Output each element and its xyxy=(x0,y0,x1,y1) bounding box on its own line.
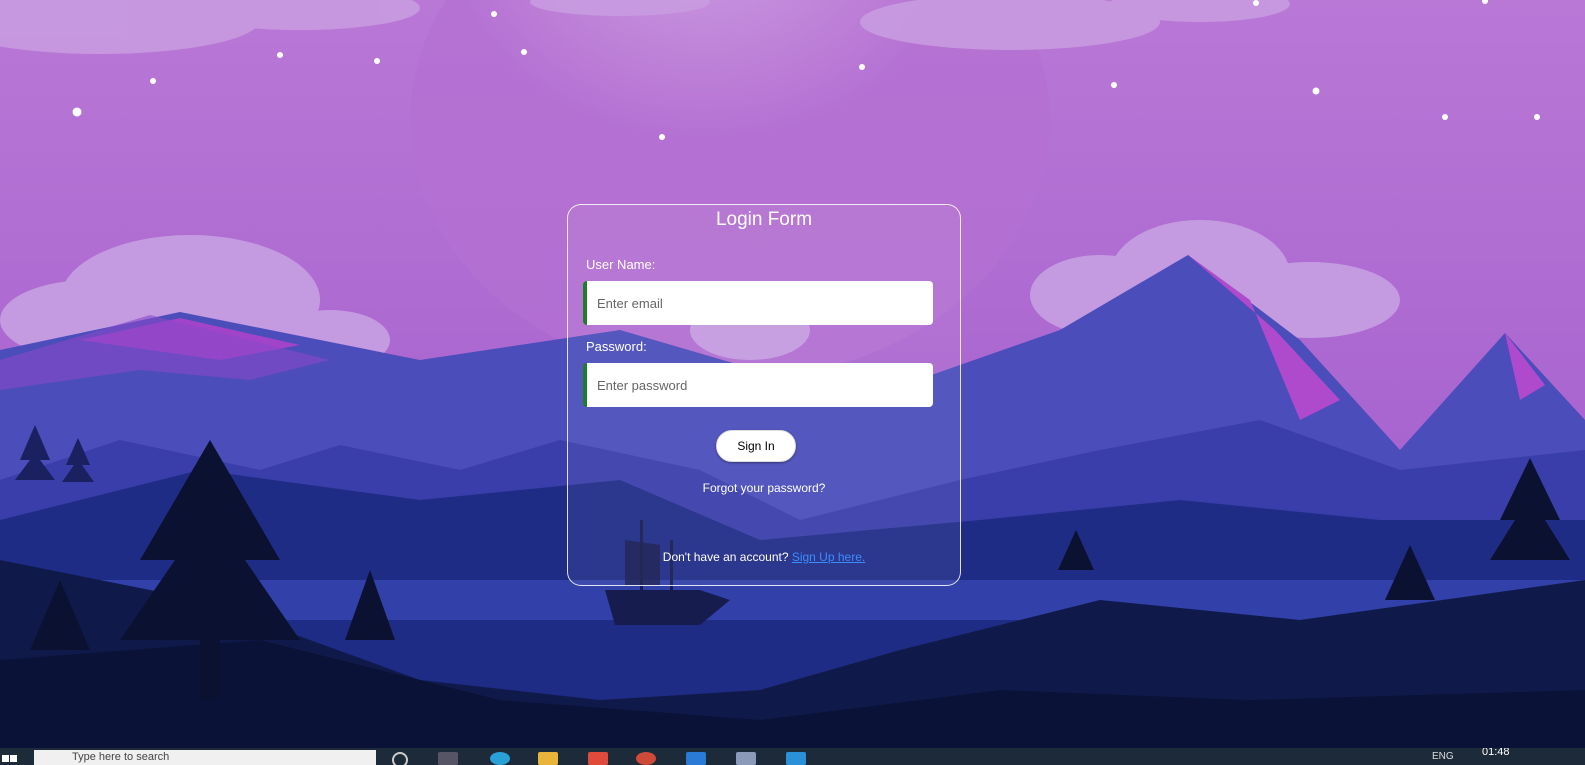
taskbar-search-placeholder: Type here to search xyxy=(72,751,170,763)
language-indicator[interactable]: ENG xyxy=(1432,751,1454,762)
taskbar-search-input[interactable]: Type here to search xyxy=(34,750,376,765)
forgot-password-link[interactable]: Forgot your password? xyxy=(568,481,960,495)
signup-prompt: Don't have an account? xyxy=(662,550,792,564)
edge-browser-icon[interactable] xyxy=(490,752,510,765)
chrome-icon[interactable] xyxy=(636,752,656,765)
signup-link[interactable]: Sign Up here. xyxy=(792,550,865,564)
signup-row: Don't have an account? Sign Up here. xyxy=(568,550,960,564)
app-icon[interactable] xyxy=(588,752,608,765)
password-label: Password: xyxy=(586,339,647,354)
email-field[interactable] xyxy=(583,281,933,325)
app-icon-2[interactable] xyxy=(736,752,756,765)
password-field[interactable] xyxy=(583,363,933,407)
clock-time[interactable]: 01:48 xyxy=(1482,748,1510,758)
file-explorer-icon[interactable] xyxy=(538,752,558,765)
app-icon-3[interactable] xyxy=(786,752,806,765)
vscode-icon[interactable] xyxy=(686,752,706,765)
username-label: User Name: xyxy=(586,257,656,272)
page-title: Login Form xyxy=(715,209,813,230)
sign-in-button[interactable]: Sign In xyxy=(716,430,796,462)
windows-start-icon[interactable] xyxy=(0,748,30,765)
taskbar: Type here to search ENG 01:48 xyxy=(0,748,1585,765)
task-view-icon[interactable] xyxy=(438,752,458,765)
cortana-icon[interactable] xyxy=(392,752,408,765)
login-form: Login Form User Name: Password: Sign In … xyxy=(567,204,961,586)
